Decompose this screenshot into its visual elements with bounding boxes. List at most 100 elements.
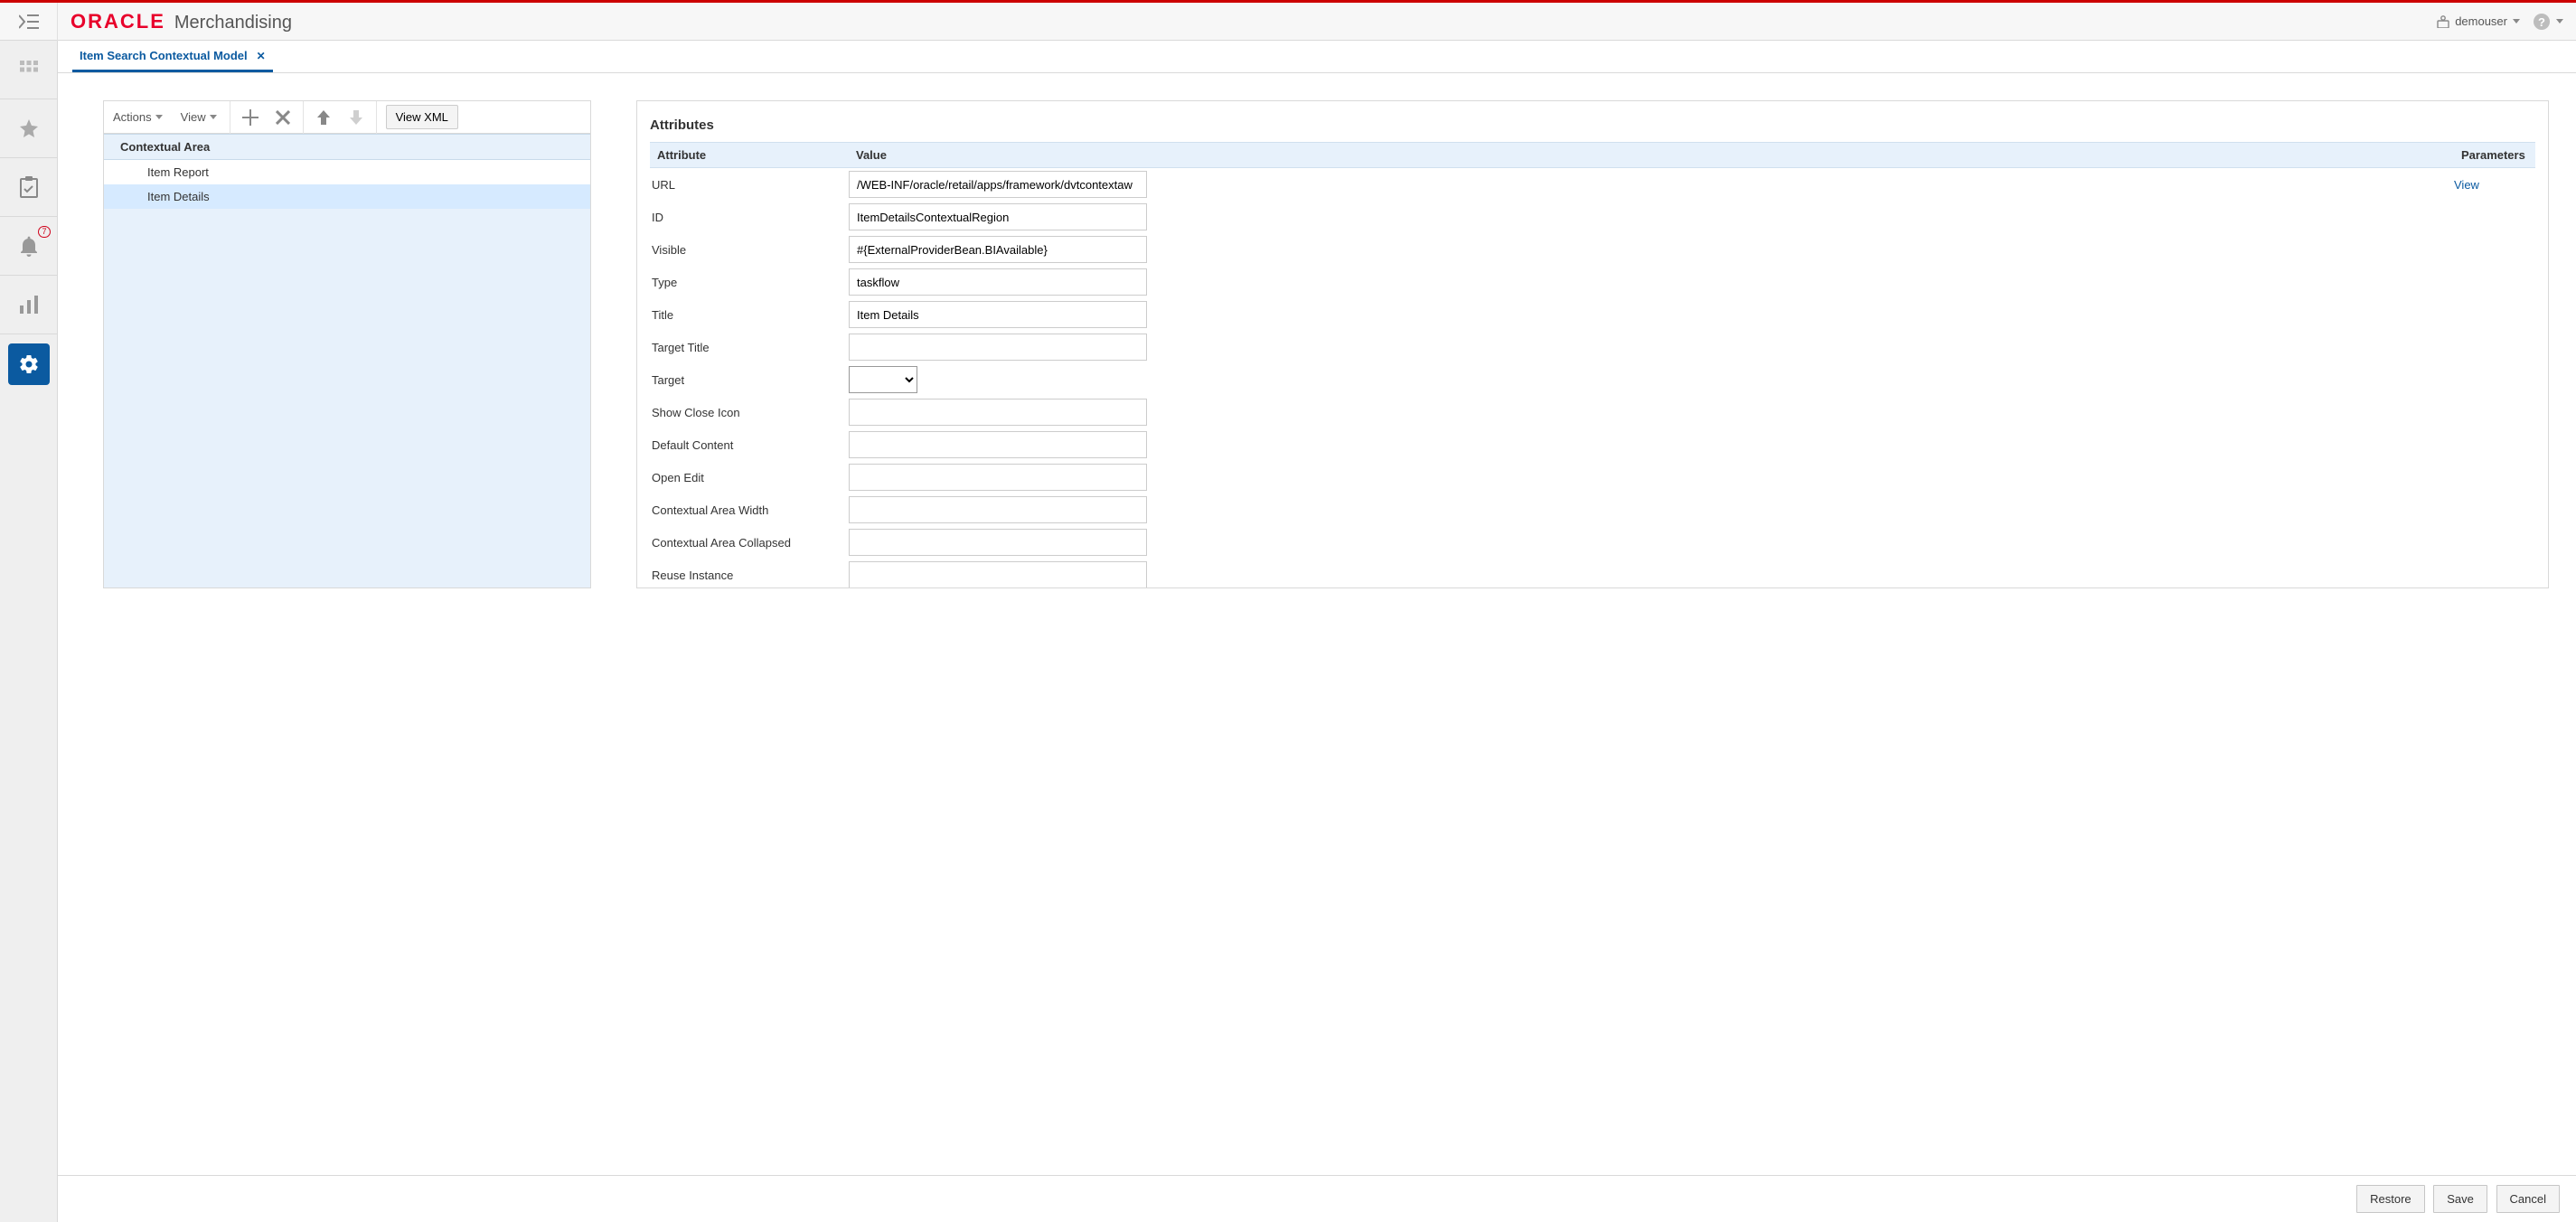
arrow-up-icon: [316, 109, 331, 126]
tab-bar: Item Search Contextual Model ✕: [58, 41, 2576, 73]
sidebar-item-settings[interactable]: [8, 343, 50, 385]
attribute-row: ID: [650, 201, 2535, 233]
user-icon: [2437, 15, 2449, 28]
move-down-button[interactable]: [340, 101, 372, 134]
attribute-value-cell: [849, 561, 2454, 588]
attribute-value-cell: [849, 399, 2454, 426]
attribute-label: Target: [650, 373, 849, 387]
help-icon[interactable]: ?: [2533, 13, 2551, 31]
attribute-label: ID: [650, 211, 849, 224]
caret-down-icon: [155, 115, 163, 119]
attribute-value-cell: [849, 203, 2454, 230]
attribute-row: Type: [650, 266, 2535, 298]
save-button[interactable]: Save: [2433, 1185, 2487, 1213]
brand-logo: ORACLE: [71, 10, 165, 33]
caret-down-icon: [210, 115, 217, 119]
attribute-label: Target Title: [650, 341, 849, 354]
tree-column-header: Contextual Area: [104, 134, 590, 160]
attribute-input[interactable]: [849, 496, 1147, 523]
notification-badge: 7: [38, 226, 50, 238]
sidebar-item-reports[interactable]: [0, 276, 58, 334]
user-menu[interactable]: demouser ?: [2437, 13, 2576, 31]
attribute-input[interactable]: [849, 561, 1147, 588]
attribute-label: Contextual Area Collapsed: [650, 536, 849, 550]
brand-subtitle: Merchandising: [174, 13, 292, 33]
plus-icon: [242, 109, 259, 126]
view-menu[interactable]: View: [172, 101, 226, 134]
gear-icon: [18, 353, 40, 375]
restore-button[interactable]: Restore: [2356, 1185, 2425, 1213]
caret-down-icon: [2556, 19, 2563, 24]
attribute-input[interactable]: [849, 464, 1147, 491]
attribute-input[interactable]: [849, 268, 1147, 296]
clipboard-icon: [19, 175, 39, 199]
attributes-body: URL View ID Visible Type Title Target Title Tar…: [650, 168, 2535, 588]
close-icon[interactable]: ✕: [257, 50, 266, 62]
attribute-input[interactable]: [849, 334, 1147, 361]
bar-chart-icon: [18, 294, 40, 315]
add-button[interactable]: [234, 101, 267, 134]
attribute-input[interactable]: [849, 529, 1147, 556]
caret-down-icon: [2513, 19, 2520, 24]
attribute-parameters-cell: View: [2454, 178, 2535, 192]
view-xml-button[interactable]: View XML: [386, 105, 458, 129]
attribute-input[interactable]: [849, 171, 1147, 198]
tab-label: Item Search Contextual Model: [80, 49, 248, 62]
attribute-input[interactable]: [849, 399, 1147, 426]
view-parameters-link[interactable]: View: [2454, 178, 2479, 192]
attribute-row: Contextual Area Collapsed: [650, 526, 2535, 559]
attribute-label: Visible: [650, 243, 849, 257]
attribute-row: Default Content: [650, 428, 2535, 461]
attribute-row: Open Edit: [650, 461, 2535, 494]
attribute-row: Reuse Instance: [650, 559, 2535, 588]
attribute-label: Open Edit: [650, 471, 849, 484]
col-parameters: Parameters: [2454, 143, 2535, 167]
grid-icon: [19, 60, 39, 80]
attributes-title: Attributes: [650, 118, 2535, 133]
attribute-label: Title: [650, 308, 849, 322]
tree-rows: Item ReportItem Details: [104, 160, 590, 209]
attribute-input[interactable]: [849, 203, 1147, 230]
attribute-value-cell: [849, 366, 2454, 393]
attribute-row: Target: [650, 363, 2535, 396]
app-header: ORACLE Merchandising demouser ?: [0, 3, 2576, 41]
username-label: demouser: [2455, 14, 2507, 28]
attribute-label: Contextual Area Width: [650, 503, 849, 517]
sidebar-toggle[interactable]: [0, 3, 58, 41]
tree-row[interactable]: Item Details: [104, 184, 590, 209]
sidebar-item-favorites[interactable]: [0, 99, 58, 157]
x-icon: [276, 110, 290, 125]
delete-button[interactable]: [267, 101, 299, 134]
menu-collapse-icon: [19, 14, 39, 30]
move-up-button[interactable]: [307, 101, 340, 134]
left-sidebar: 7: [0, 41, 58, 1222]
tree-row[interactable]: Item Report: [104, 160, 590, 184]
attribute-row: Visible: [650, 233, 2535, 266]
sidebar-item-apps[interactable]: [0, 41, 58, 99]
attribute-row: Show Close Icon: [650, 396, 2535, 428]
attribute-value-cell: [849, 171, 2454, 198]
attribute-value-cell: [849, 301, 2454, 328]
attribute-label: URL: [650, 178, 849, 192]
tab-contextual-model[interactable]: Item Search Contextual Model ✕: [72, 42, 273, 72]
attribute-input[interactable]: [849, 301, 1147, 328]
cancel-button[interactable]: Cancel: [2496, 1185, 2560, 1213]
page-footer: Restore Save Cancel: [58, 1175, 2576, 1222]
bell-icon: [19, 235, 39, 257]
attribute-select[interactable]: [849, 366, 917, 393]
attribute-row: Contextual Area Width: [650, 494, 2535, 526]
attribute-value-cell: [849, 529, 2454, 556]
sidebar-item-notifications[interactable]: 7: [0, 217, 58, 275]
attribute-value-cell: [849, 496, 2454, 523]
tree-toolbar: Actions View: [104, 101, 590, 134]
attribute-row: URL View: [650, 168, 2535, 201]
attribute-label: Show Close Icon: [650, 406, 849, 419]
attribute-label: Reuse Instance: [650, 569, 849, 582]
attribute-label: Default Content: [650, 438, 849, 452]
attributes-panel: Attributes Attribute Value Parameters UR…: [636, 100, 2549, 588]
sidebar-item-tasks[interactable]: [0, 158, 58, 216]
svg-text:?: ?: [2538, 15, 2545, 29]
attribute-input[interactable]: [849, 236, 1147, 263]
attribute-input[interactable]: [849, 431, 1147, 458]
actions-menu[interactable]: Actions: [104, 101, 172, 134]
